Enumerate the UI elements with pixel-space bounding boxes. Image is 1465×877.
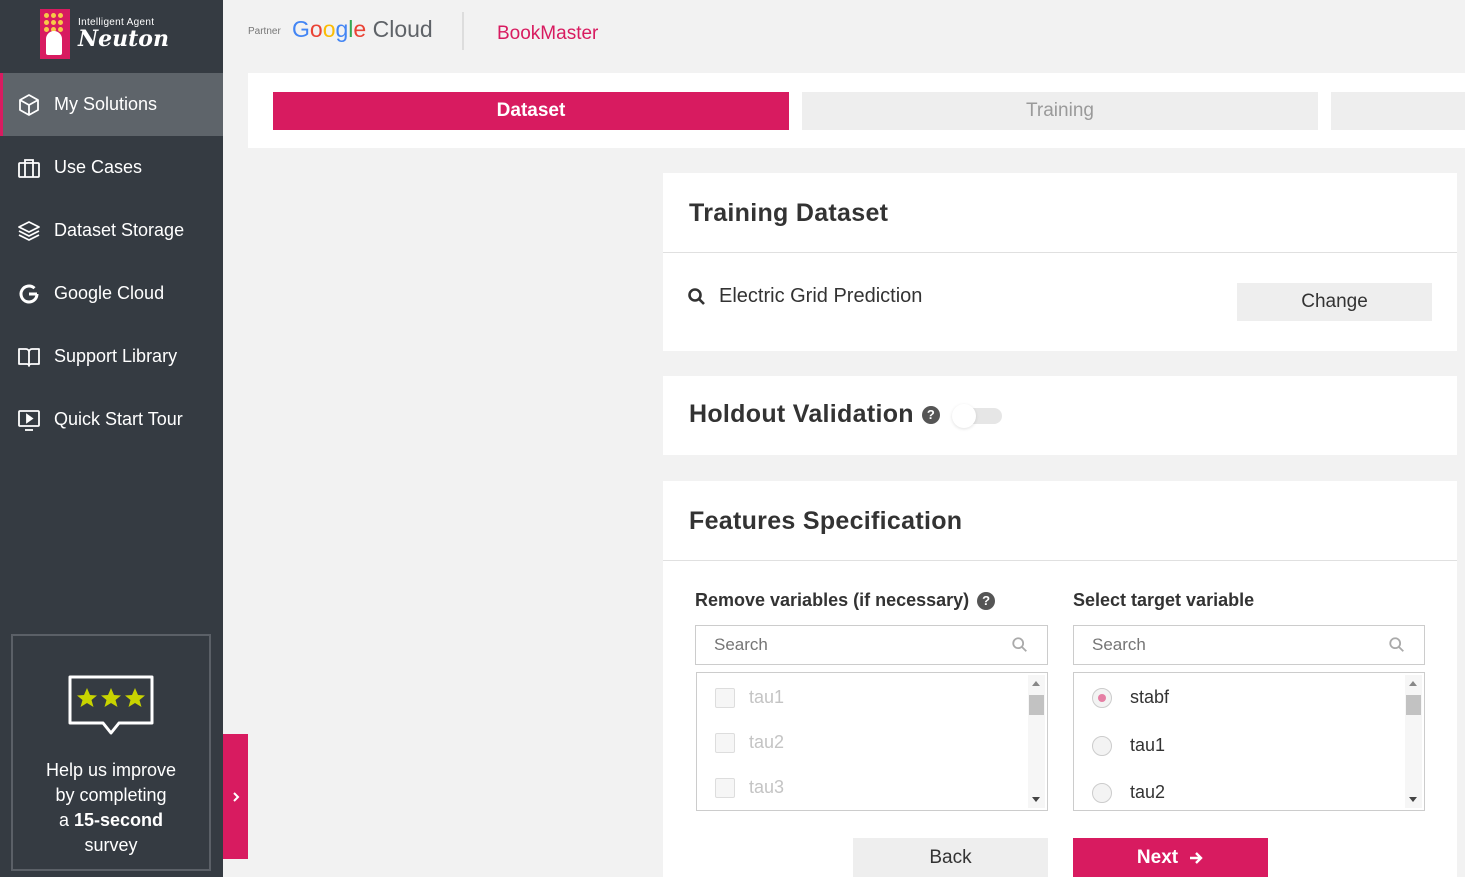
- top-header: Partner Google Cloud BookMaster: [223, 0, 1465, 73]
- scrollbar[interactable]: [1405, 675, 1422, 808]
- list-item[interactable]: tau2: [1092, 782, 1165, 803]
- neuton-logo-icon: [40, 9, 70, 59]
- next-label: Next: [1136, 846, 1179, 868]
- question-icon[interactable]: ?: [977, 591, 996, 610]
- search-icon: [1389, 637, 1404, 652]
- target-variable-list[interactable]: stabf tau1 tau2: [1073, 672, 1425, 811]
- sidebar-item-label: Dataset Storage: [54, 220, 185, 240]
- book-icon: [18, 347, 40, 367]
- holdout-validation-card: Holdout Validation ?: [663, 376, 1457, 455]
- change-dataset-button[interactable]: Change: [1237, 283, 1432, 321]
- survey-text: Help us improve by completing a 15-secon…: [45, 760, 177, 855]
- rating-stars-icon: [68, 675, 154, 735]
- google-cloud-logo: Google Cloud: [292, 16, 433, 42]
- back-button[interactable]: Back: [853, 838, 1048, 877]
- divider: [663, 560, 1457, 561]
- sidebar-item-label: Support Library: [54, 346, 178, 366]
- neuton-logo[interactable]: Intelligent Agent Neuton: [40, 8, 169, 60]
- briefcase-icon: [18, 158, 40, 178]
- remove-variables-list[interactable]: tau1 tau2 tau3: [696, 672, 1048, 811]
- list-item[interactable]: stabf: [1092, 687, 1169, 708]
- sidebar-item-label: My Solutions: [54, 94, 158, 114]
- search-icon: [688, 287, 705, 305]
- holdout-validation-title: Holdout Validation: [689, 400, 914, 428]
- step-training[interactable]: Training: [802, 92, 1318, 130]
- remove-variables-search[interactable]: [695, 625, 1048, 665]
- brand-name: Neuton: [78, 25, 169, 52]
- training-dataset-title: Training Dataset: [689, 199, 889, 227]
- holdout-validation-toggle[interactable]: [951, 403, 1002, 428]
- wizard-steps: Dataset Training: [248, 73, 1465, 148]
- partner-label: Partner: [248, 26, 281, 37]
- features-specification-title: Features Specification: [689, 507, 963, 535]
- divider: [663, 252, 1457, 253]
- sidebar-item-my-solutions[interactable]: My Solutions: [0, 73, 223, 136]
- remove-variables-label: Remove variables (if necessary) ?: [695, 590, 996, 611]
- dataset-name: Electric Grid Prediction: [719, 285, 923, 307]
- play-screen-icon: [18, 409, 40, 431]
- checkbox[interactable]: [715, 732, 735, 753]
- dataset-row: Electric Grid Prediction: [687, 285, 922, 308]
- training-dataset-card: Training Dataset Electric Grid Predictio…: [663, 173, 1457, 351]
- sidebar-nav: My Solutions Use Cases Dataset Storage G…: [0, 73, 223, 451]
- sidebar-item-label: Google Cloud: [54, 283, 165, 303]
- google-g-icon: [19, 284, 39, 303]
- radio-selected[interactable]: [1092, 687, 1112, 708]
- sidebar: Intelligent Agent Neuton My Solutions Us…: [0, 0, 223, 877]
- header-divider: [462, 12, 464, 50]
- list-item[interactable]: tau1: [1092, 735, 1165, 756]
- step-next-hidden[interactable]: [1331, 92, 1465, 130]
- sidebar-item-quick-start-tour[interactable]: Quick Start Tour: [0, 388, 223, 451]
- sidebar-item-label: Quick Start Tour: [54, 409, 183, 429]
- target-variable-search[interactable]: [1073, 625, 1425, 665]
- sidebar-item-label: Use Cases: [54, 157, 143, 177]
- scrollbar[interactable]: [1028, 675, 1045, 808]
- list-item[interactable]: tau2: [715, 732, 784, 753]
- radio[interactable]: [1092, 782, 1112, 803]
- features-specification-card: Features Specification Remove variables …: [663, 481, 1457, 877]
- question-icon[interactable]: ?: [921, 405, 940, 424]
- app-name: BookMaster: [497, 23, 599, 44]
- step-dataset[interactable]: Dataset: [273, 92, 789, 130]
- checkbox[interactable]: [715, 687, 735, 708]
- cube-icon: [19, 93, 39, 116]
- list-item[interactable]: tau1: [715, 687, 784, 708]
- search-input[interactable]: [1092, 635, 1388, 655]
- chevron-right-icon: [232, 791, 239, 802]
- sidebar-item-support-library[interactable]: Support Library: [0, 325, 223, 388]
- target-variable-label: Select target variable: [1073, 590, 1255, 610]
- radio[interactable]: [1092, 735, 1112, 756]
- search-icon: [1012, 637, 1027, 652]
- checkbox[interactable]: [715, 777, 735, 798]
- survey-card[interactable]: Help us improve by completing a 15-secon…: [11, 634, 211, 871]
- list-item[interactable]: tau3: [715, 777, 784, 798]
- arrow-right-icon: [1190, 851, 1203, 864]
- sidebar-item-use-cases[interactable]: Use Cases: [0, 136, 223, 199]
- sidebar-item-google-cloud[interactable]: Google Cloud: [0, 262, 223, 325]
- search-input[interactable]: [714, 635, 1011, 655]
- sidebar-expand-button[interactable]: [223, 734, 248, 859]
- layers-icon: [18, 220, 40, 241]
- sidebar-item-dataset-storage[interactable]: Dataset Storage: [0, 199, 223, 262]
- next-button[interactable]: Next: [1073, 838, 1268, 877]
